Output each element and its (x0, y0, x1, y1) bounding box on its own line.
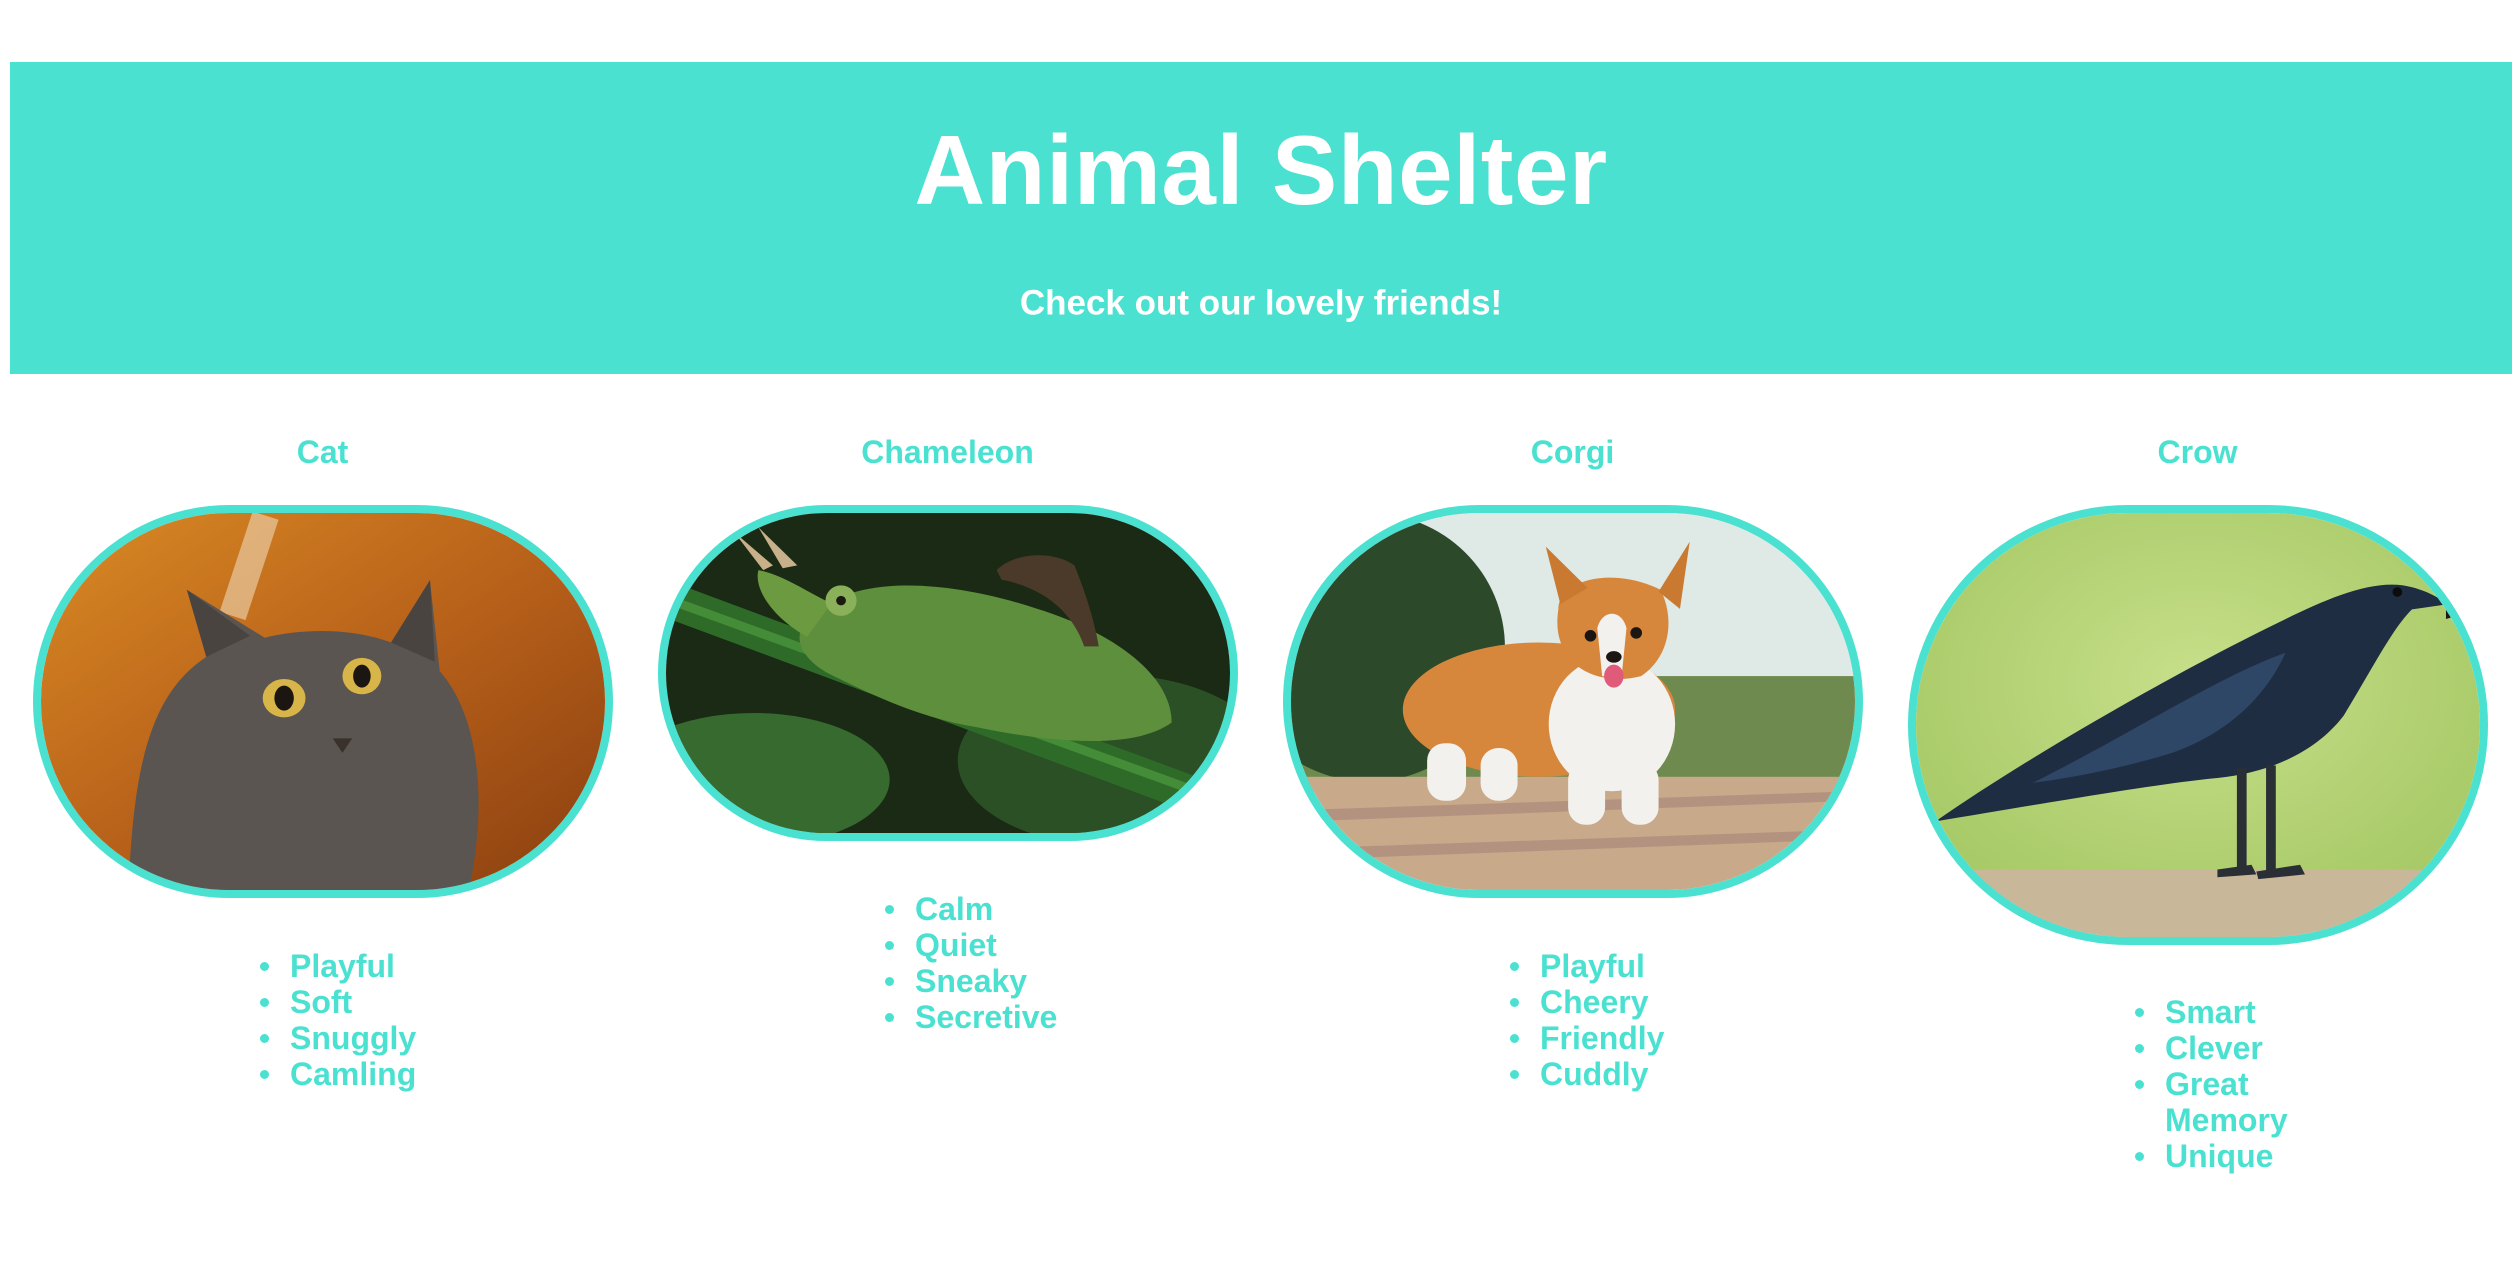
list-item: Secretive (884, 999, 1058, 1035)
list-item: Sneaky (884, 963, 1057, 999)
list-item: Smart (2135, 994, 2385, 1030)
trait-list: Smart Clever Great Memory Unique (2135, 994, 2385, 1174)
list-item: Soft (259, 984, 416, 1020)
page-subtitle: Check out our lovely friends! (1019, 283, 1503, 323)
animal-name: Chameleon (861, 434, 1034, 470)
animal-name: Cat (296, 434, 349, 470)
animal-name: Corgi (1530, 434, 1615, 470)
list-item: Camling (259, 1056, 417, 1092)
cat-photo (33, 505, 613, 898)
list-item: Quiet (884, 927, 1057, 963)
list-item: Playful (1509, 948, 1664, 984)
list-item: Friendly (1509, 1020, 1665, 1056)
list-item: Clever (2135, 1030, 2385, 1066)
trait-list: Calm Quiet Sneaky Secretive (884, 891, 1058, 1035)
trait-list: Playful Cheery Friendly Cuddly (1509, 948, 1665, 1092)
chameleon-photo (658, 505, 1238, 841)
animal-name: Crow (2157, 434, 2238, 470)
corgi-photo (1283, 505, 1863, 898)
page-header: Animal Shelter Check out our lovely frie… (10, 62, 2512, 374)
list-item: Unique (2135, 1138, 2385, 1174)
trait-list: Playful Soft Snuggly Camling (259, 948, 417, 1092)
list-item: Great Memory (2135, 1066, 2315, 1138)
crow-photo (1908, 505, 2488, 945)
page-title: Animal Shelter (914, 115, 1608, 225)
list-item: Snuggly (259, 1020, 417, 1056)
list-item: Calm (884, 891, 1057, 927)
list-item: Cuddly (1509, 1056, 1664, 1092)
list-item: Cheery (1509, 984, 1664, 1020)
list-item: Playful (259, 948, 416, 984)
